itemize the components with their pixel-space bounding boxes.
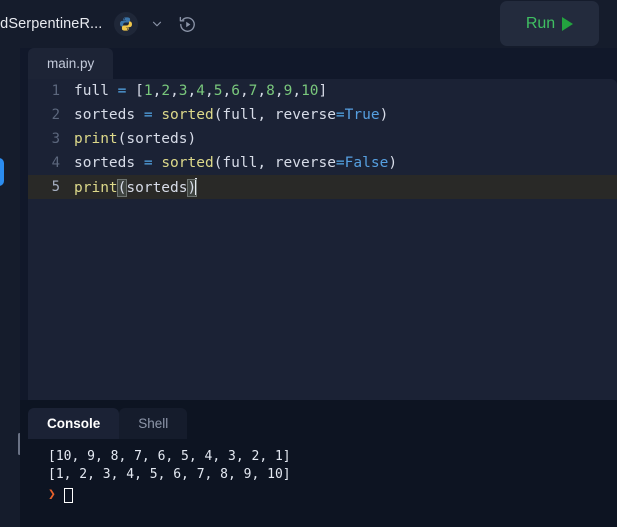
console-output-line: [10, 9, 8, 7, 6, 5, 4, 3, 2, 1] [48, 449, 291, 464]
tab-label: main.py [47, 56, 95, 71]
block-cursor [63, 487, 73, 503]
line-number: 1 [51, 83, 60, 99]
code-line[interactable]: 4 sorteds = sorted(full, reverse=False) [28, 151, 617, 175]
console-tabbar: Console Shell [28, 408, 188, 439]
code-line[interactable]: 1 full = [1,2,3,4,5,6,7,8,9,10] [28, 79, 617, 103]
prompt-chevron-icon: ❯ [48, 487, 56, 502]
console-tab-console[interactable]: Console [28, 408, 120, 439]
play-triangle-icon [562, 16, 574, 31]
code-text: print(sorteds) [74, 131, 197, 147]
code-line[interactable]: 2 sorteds = sorted(full, reverse=True) [28, 103, 617, 127]
code-text: sorteds = sorted(full, reverse=False) [74, 155, 398, 171]
console-output: [10, 9, 8, 7, 6, 5, 4, 3, 2, 1] [1, 2, 3,… [48, 448, 611, 504]
code-area[interactable]: 1 full = [1,2,3,4,5,6,7,8,9,10] 2 sorteds =… [28, 79, 617, 400]
code-line[interactable]: 5 print(sorteds) [28, 175, 617, 199]
app-header: edSerpentineR... Run [0, 0, 617, 48]
console-prompt[interactable]: ❯ [48, 486, 611, 504]
editor-tabbar: main.py [20, 48, 617, 79]
left-rail [0, 48, 21, 527]
code-text: sorteds = sorted(full, reverse=True) [74, 107, 389, 123]
line-number: 5 [51, 179, 60, 195]
tab-main-py[interactable]: main.py [28, 48, 114, 79]
line-number: 3 [51, 131, 60, 147]
editor-pane: main.py 1 full = [1,2,3,4,5,6,7,8,9,10] 2 s… [20, 48, 617, 400]
run-button[interactable]: Run [500, 1, 599, 46]
console-tab-shell[interactable]: Shell [119, 408, 188, 439]
run-button-label: Run [525, 14, 556, 32]
line-number: 4 [51, 155, 60, 171]
chevron-down-icon[interactable] [150, 17, 164, 31]
code-text: full = [1,2,3,4,5,6,7,8,9,10] [74, 83, 328, 99]
code-line[interactable]: 3 print(sorteds) [28, 127, 617, 151]
code-text: print(sorteds) [74, 178, 198, 197]
line-number: 2 [51, 107, 60, 123]
console-output-line: [1, 2, 3, 4, 5, 6, 7, 8, 9, 10] [48, 467, 291, 482]
project-title: edSerpentineR... [0, 16, 103, 32]
history-replay-icon[interactable] [178, 15, 197, 34]
console-pane: Console Shell [10, 9, 8, 7, 6, 5, 4, 3, 2… [20, 400, 617, 527]
sidebar-drag-handle[interactable] [0, 158, 4, 186]
text-caret [195, 178, 197, 195]
python-icon [114, 12, 139, 36]
replit-ide-window: edSerpentineR... Run main.py 1 full = [1… [0, 0, 617, 527]
